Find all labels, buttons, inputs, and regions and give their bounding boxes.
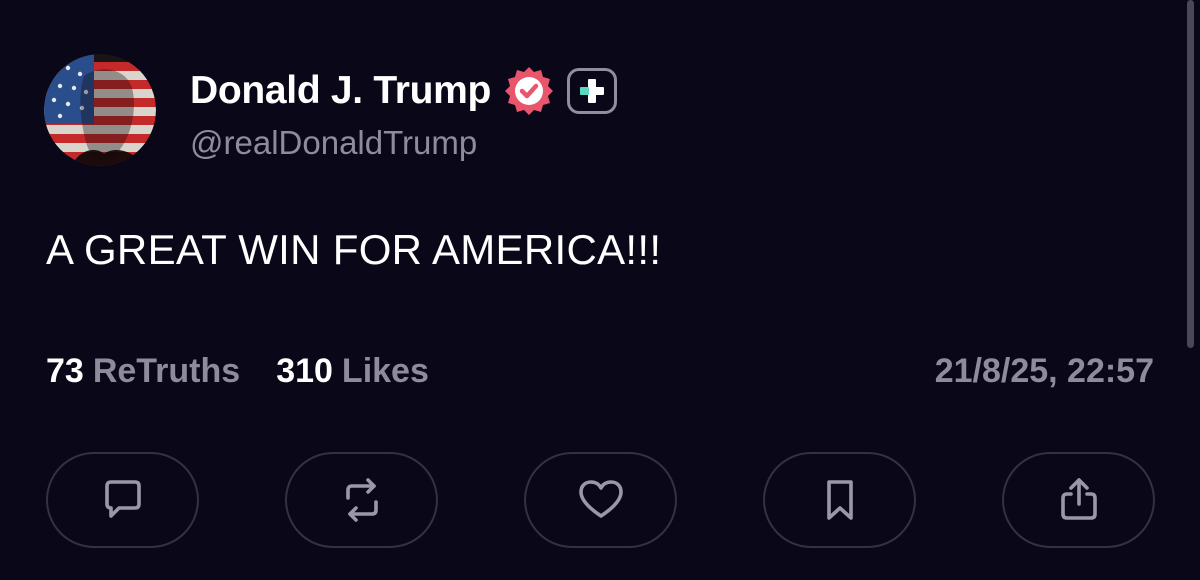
post-detail: Donald J. Trump @realDonaldTrump A GREAT… — [0, 0, 1200, 580]
share-button[interactable] — [1002, 452, 1155, 548]
retruths-label: ReTruths — [92, 352, 241, 390]
retruth-icon — [345, 478, 378, 522]
post-timestamp: 21/8/25, 22:57 — [934, 352, 1154, 390]
author-name-row: Donald J. Trump — [190, 66, 618, 116]
likes-label: Likes — [341, 352, 429, 390]
verified-badge-icon — [505, 67, 554, 115]
truth-plus-badge-icon — [567, 68, 618, 114]
like-heart-icon — [578, 480, 623, 518]
likes-count: 310 — [276, 352, 333, 390]
avatar[interactable] — [44, 54, 156, 166]
display-name[interactable]: Donald J. Trump — [190, 69, 491, 113]
post-text: A GREAT WIN FOR AMERICA!!! — [46, 226, 662, 273]
post-stats: 73 ReTruths 310 Likes — [46, 352, 429, 391]
action-bar — [46, 452, 1155, 550]
bookmark-button[interactable] — [763, 452, 916, 548]
reply-icon — [104, 480, 141, 518]
likes-stat[interactable]: 310 Likes — [276, 352, 429, 391]
reply-button[interactable] — [46, 452, 199, 548]
retruths-count: 73 — [46, 352, 84, 390]
like-button[interactable] — [524, 452, 677, 548]
retruth-button[interactable] — [285, 452, 438, 548]
share-icon — [1060, 478, 1097, 520]
scrollbar[interactable] — [1187, 0, 1194, 348]
user-handle[interactable]: @realDonaldTrump — [190, 124, 477, 162]
retruths-stat[interactable]: 73 ReTruths — [46, 352, 240, 391]
bookmark-icon — [826, 480, 853, 520]
